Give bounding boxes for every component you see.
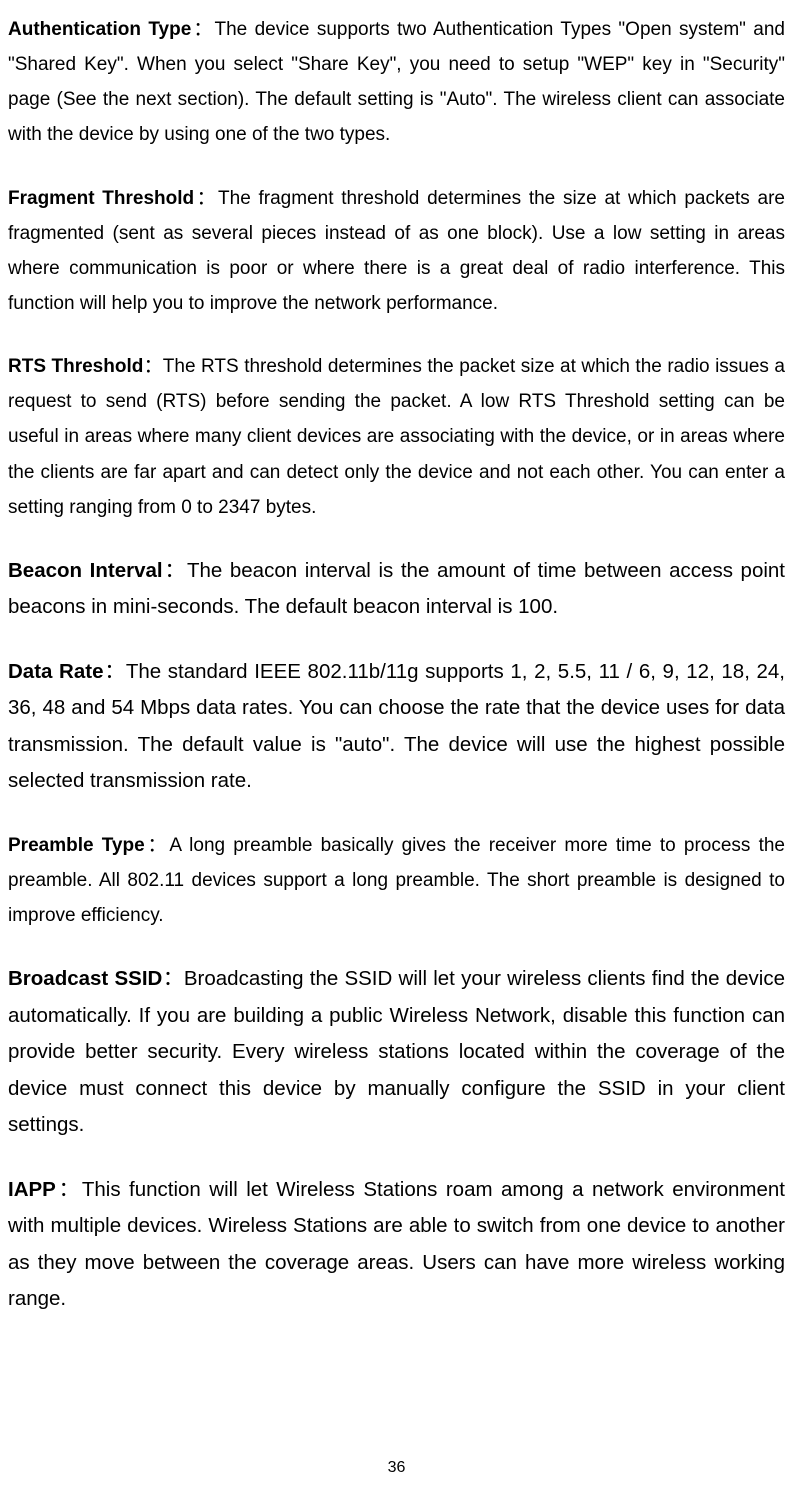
entry-data-rate: Data Rate：The standard IEEE 802.11b/11g … bbox=[8, 654, 785, 800]
document-page: Authentication Type：The device supports … bbox=[8, 12, 785, 1497]
term-label: Authentication Type bbox=[8, 19, 191, 40]
term-label: Broadcast SSID bbox=[8, 967, 162, 990]
term-body: The RTS threshold determines the packet … bbox=[8, 356, 785, 518]
term-body: Broadcasting the SSID will let your wire… bbox=[8, 967, 785, 1136]
term-separator: ： bbox=[194, 188, 218, 209]
term-label: Beacon Interval bbox=[8, 559, 163, 582]
page-number: 36 bbox=[8, 1459, 785, 1477]
term-separator: ： bbox=[143, 356, 162, 377]
term-label: Data Rate bbox=[8, 660, 104, 683]
entry-broadcast-ssid: Broadcast SSID：Broadcasting the SSID wil… bbox=[8, 961, 785, 1143]
term-separator: ： bbox=[191, 19, 214, 40]
entry-preamble-type: Preamble Type：A long preamble basically … bbox=[8, 828, 785, 933]
entry-beacon-interval: Beacon Interval：The beacon interval is t… bbox=[8, 553, 785, 626]
term-separator: ： bbox=[162, 967, 184, 990]
entry-rts-threshold: RTS Threshold：The RTS threshold determin… bbox=[8, 349, 785, 525]
term-separator: ： bbox=[56, 1178, 82, 1201]
term-label: RTS Threshold bbox=[8, 356, 143, 377]
term-separator: ： bbox=[145, 835, 170, 856]
entry-authentication-type: Authentication Type：The device supports … bbox=[8, 12, 785, 153]
entry-iapp: IAPP：This function will let Wireless Sta… bbox=[8, 1172, 785, 1318]
term-separator: ： bbox=[163, 559, 187, 582]
term-label: Fragment Threshold bbox=[8, 188, 194, 209]
term-body: This function will let Wireless Stations… bbox=[8, 1178, 785, 1310]
entry-fragment-threshold: Fragment Threshold：The fragment threshol… bbox=[8, 181, 785, 322]
term-label: Preamble Type bbox=[8, 835, 145, 856]
term-label: IAPP bbox=[8, 1178, 56, 1201]
term-separator: ： bbox=[104, 660, 126, 683]
